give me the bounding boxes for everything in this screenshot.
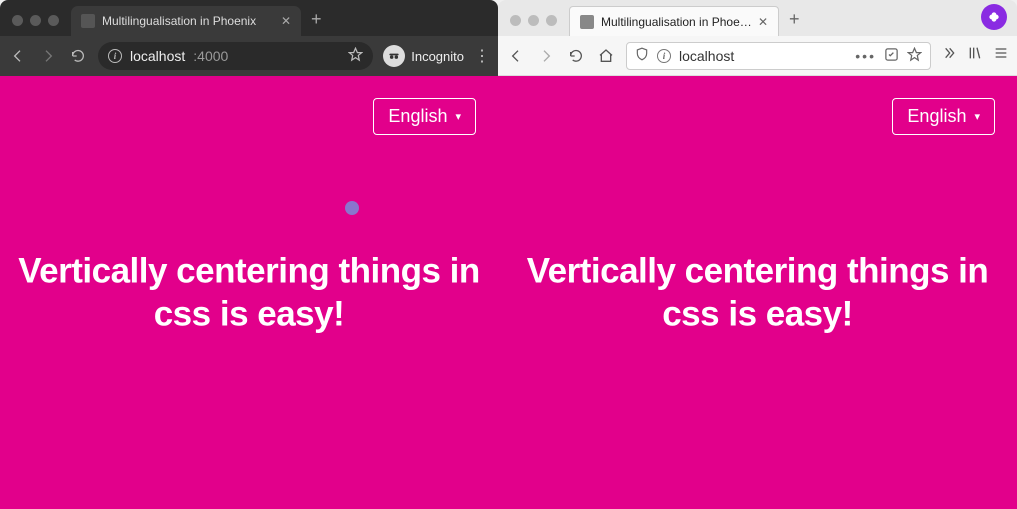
- language-label: English: [388, 106, 447, 127]
- close-tab-icon[interactable]: ✕: [758, 15, 768, 29]
- chrome-tabstrip: Multilingualisation in Phoenix ✕ +: [0, 0, 498, 36]
- bookmark-star-icon[interactable]: [907, 47, 922, 65]
- firefox-window: Multilingualisation in Phoenix ✕ +: [498, 0, 1017, 509]
- hero: Vertically centering things in css is ea…: [498, 249, 1017, 337]
- traffic-light-max[interactable]: [546, 15, 557, 26]
- traffic-light-max[interactable]: [48, 15, 59, 26]
- back-button[interactable]: [8, 48, 28, 64]
- chrome-toolbar: i localhost :4000 Incognito ⋮: [0, 36, 498, 76]
- chevron-down-icon: ▾: [974, 110, 980, 123]
- tab-title: Multilingualisation in Phoenix: [601, 15, 752, 29]
- language-select[interactable]: English ▾: [373, 98, 476, 135]
- language-label: English: [907, 106, 966, 127]
- incognito-indicator: Incognito: [383, 45, 464, 67]
- chevron-down-icon: ▾: [455, 110, 461, 123]
- page-actions-icon[interactable]: •••: [855, 48, 876, 64]
- url-port: :4000: [193, 48, 228, 64]
- language-select[interactable]: English ▾: [892, 98, 995, 135]
- new-tab-button[interactable]: +: [301, 9, 332, 36]
- browser-tab[interactable]: Multilingualisation in Phoenix ✕: [569, 6, 779, 36]
- address-bar[interactable]: i localhost •••: [626, 42, 931, 70]
- incognito-label: Incognito: [411, 49, 464, 64]
- shield-icon[interactable]: [635, 47, 649, 64]
- url-host: localhost: [130, 48, 185, 64]
- reload-button[interactable]: [68, 48, 88, 64]
- window-controls[interactable]: [506, 15, 563, 36]
- traffic-light-min[interactable]: [528, 15, 539, 26]
- hero: Vertically centering things in css is ea…: [0, 249, 498, 337]
- forward-button[interactable]: [38, 48, 58, 64]
- forward-button[interactable]: [536, 48, 556, 64]
- favicon-icon: [81, 14, 95, 28]
- home-button[interactable]: [596, 48, 616, 64]
- traffic-light-close[interactable]: [12, 15, 23, 26]
- incognito-icon: [383, 45, 405, 67]
- overflow-icon[interactable]: [941, 45, 957, 66]
- site-info-icon[interactable]: i: [657, 49, 671, 63]
- traffic-light-min[interactable]: [30, 15, 41, 26]
- cursor-indicator: [345, 201, 359, 215]
- back-button[interactable]: [506, 48, 526, 64]
- bookmark-star-icon[interactable]: [348, 47, 363, 65]
- site-info-icon[interactable]: i: [108, 49, 122, 63]
- headline: Vertically centering things in css is ea…: [14, 249, 484, 337]
- firefox-tabstrip: Multilingualisation in Phoenix ✕ +: [498, 0, 1017, 36]
- reader-mode-icon[interactable]: [884, 47, 899, 65]
- favicon-icon: [580, 15, 594, 29]
- hamburger-menu-icon[interactable]: [993, 45, 1009, 66]
- address-bar[interactable]: i localhost :4000: [98, 42, 373, 70]
- browser-tab[interactable]: Multilingualisation in Phoenix ✕: [71, 6, 301, 36]
- page-content: English ▾ Vertically centering things in…: [0, 76, 498, 509]
- firefox-toolbar: i localhost •••: [498, 36, 1017, 76]
- chrome-window: Multilingualisation in Phoenix ✕ + i loc…: [0, 0, 498, 509]
- reload-button[interactable]: [566, 48, 586, 64]
- close-tab-icon[interactable]: ✕: [281, 14, 291, 28]
- page-content: English ▾ Vertically centering things in…: [498, 76, 1017, 509]
- window-controls[interactable]: [8, 15, 65, 36]
- url-text: localhost: [679, 48, 847, 64]
- new-tab-button[interactable]: +: [779, 9, 810, 36]
- kebab-menu-icon[interactable]: ⋮: [474, 46, 490, 66]
- extension-badge[interactable]: [981, 4, 1007, 30]
- library-icon[interactable]: [967, 45, 983, 66]
- traffic-light-close[interactable]: [510, 15, 521, 26]
- tab-title: Multilingualisation in Phoenix: [102, 14, 275, 28]
- headline: Vertically centering things in css is ea…: [512, 249, 1003, 337]
